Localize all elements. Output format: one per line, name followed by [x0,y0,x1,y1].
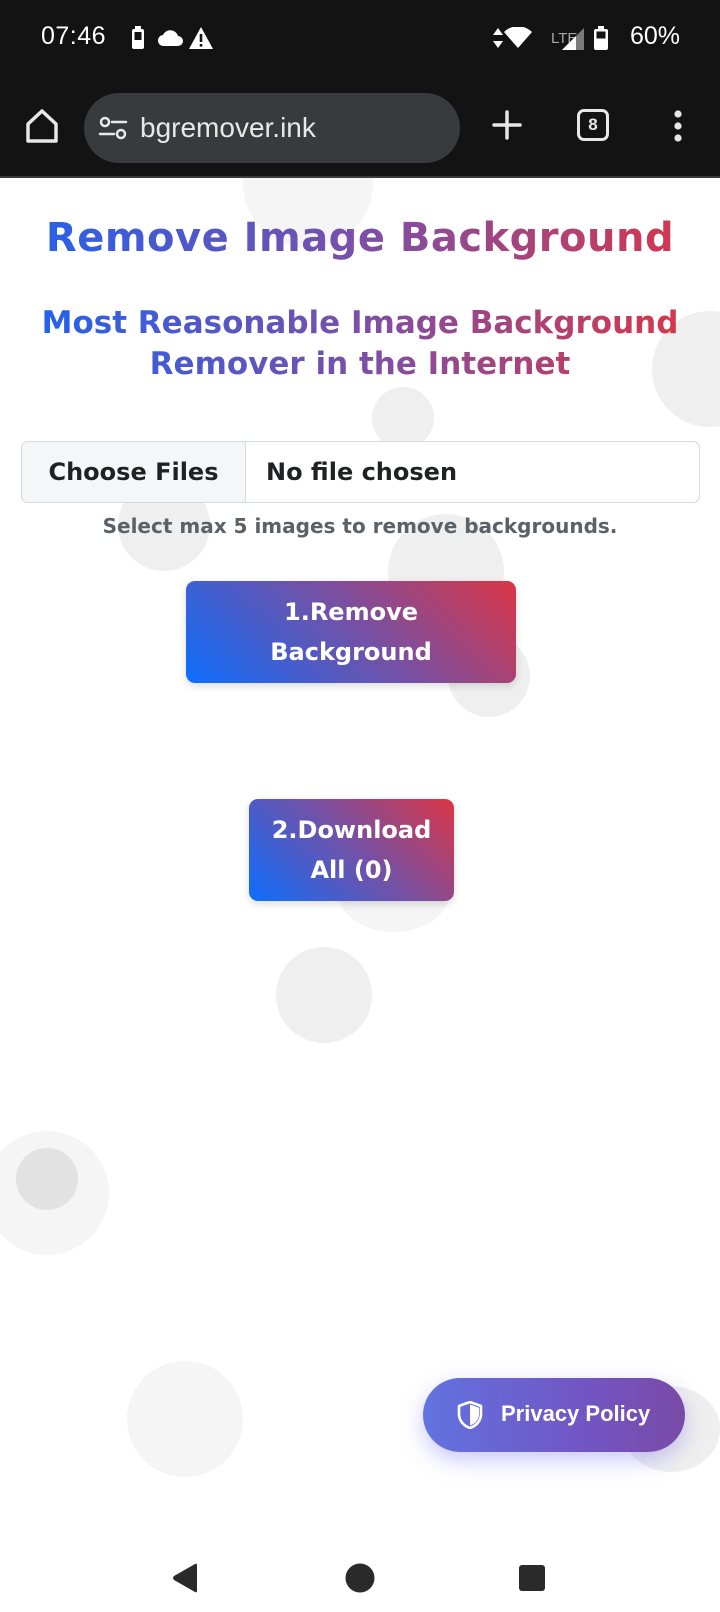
battery-icon [594,26,608,50]
url-bar[interactable]: bgremover.ink [84,93,460,163]
system-nav-bar [0,1552,720,1612]
tab-count: 8 [588,115,598,134]
new-tab-icon[interactable] [490,108,524,142]
web-page: Remove Image Background Most Reasonable … [0,178,720,1552]
warning-icon [189,27,213,49]
remove-background-label: 1.Remove Background [270,598,432,666]
back-icon[interactable] [170,1562,200,1594]
url-text[interactable]: bgremover.ink [140,112,316,144]
more-menu-icon[interactable] [664,106,692,146]
file-status-text: No file chosen [266,458,458,486]
page-subtitle: Most Reasonable Image Background Remover… [20,303,700,385]
tab-switcher-icon[interactable]: 8 [577,109,609,141]
status-bar: 07:46 LTE 60% [0,0,720,80]
download-all-button[interactable]: 2.Download All (0) [249,799,454,901]
battery-saver-icon [132,26,144,49]
decor-bubble [372,387,434,449]
download-all-label: 2.Download All (0) [271,816,432,884]
recents-icon[interactable] [518,1564,546,1592]
page-title: Remove Image Background [0,215,720,261]
cloud-icon [157,30,183,47]
browser-toolbar: bgremover.ink 8 [0,80,720,178]
decor-bubble [127,1361,243,1477]
shield-icon [457,1401,483,1429]
decor-bubble [16,1148,78,1210]
choose-files-button[interactable]: Choose Files [22,442,246,502]
signal-icon [562,28,584,50]
helper-text: Select max 5 images to remove background… [102,514,618,538]
decor-bubble [276,947,372,1043]
home-icon[interactable] [22,106,62,146]
file-input[interactable]: Choose Files No file chosen [21,441,700,503]
status-time: 07:46 [41,22,107,50]
remove-background-button[interactable]: 1.Remove Background [186,581,516,683]
privacy-policy-button[interactable]: Privacy Policy [423,1378,685,1452]
wifi-icon [504,27,532,48]
data-arrows-icon [493,28,503,48]
home-circle-icon[interactable] [345,1563,375,1593]
privacy-policy-label: Privacy Policy [501,1401,651,1426]
battery-percent: 60% [629,22,680,50]
site-settings-icon[interactable] [98,114,128,142]
